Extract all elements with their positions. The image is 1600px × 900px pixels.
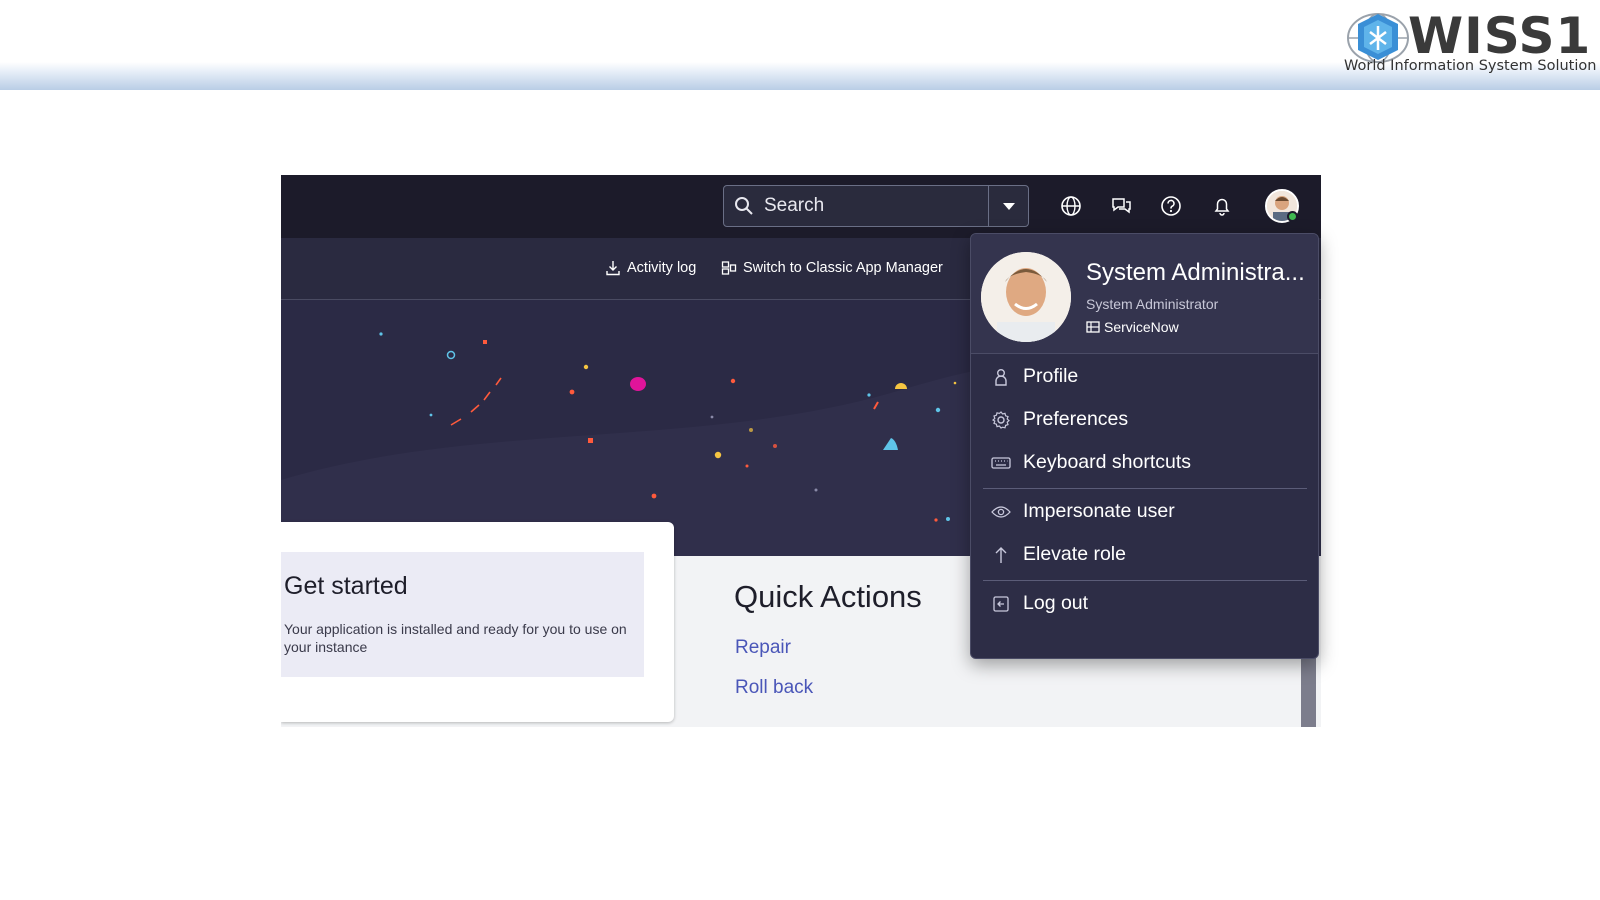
chat-icon[interactable]	[1108, 193, 1134, 219]
menu-item-keyboard-shortcuts[interactable]: Keyboard shortcuts	[991, 451, 1191, 474]
repair-link[interactable]: Repair	[735, 637, 791, 659]
logo-tagline: World Information System Solution	[1344, 58, 1597, 74]
search-placeholder: Search	[764, 195, 825, 216]
company-label: ServiceNow	[1104, 319, 1179, 335]
menu-item-label: Log out	[1023, 592, 1089, 614]
menu-item-label: Preferences	[1023, 408, 1129, 430]
menu-divider	[983, 488, 1307, 489]
get-started-description: Your application is installed and ready …	[284, 621, 627, 655]
user-icon	[991, 367, 1011, 387]
help-icon[interactable]	[1158, 193, 1184, 219]
get-started-card: Get started Your application is installe…	[281, 522, 674, 722]
gear-icon	[991, 410, 1011, 430]
user-company: ServiceNow	[1086, 319, 1179, 335]
online-status-indicator	[1287, 211, 1298, 222]
switch-classic-label: Switch to Classic App Manager	[743, 260, 943, 276]
menu-item-preferences[interactable]: Preferences	[991, 408, 1128, 431]
eye-icon	[991, 502, 1011, 522]
search-icon	[724, 186, 764, 226]
menu-item-label: Elevate role	[1023, 543, 1126, 565]
activity-log-link[interactable]: Activity log	[605, 260, 696, 276]
download-icon	[606, 261, 620, 276]
logout-icon	[991, 594, 1011, 614]
globe-icon[interactable]	[1058, 193, 1084, 219]
roll-back-link[interactable]: Roll back	[735, 677, 813, 699]
top-navigation-bar: Search	[281, 175, 1321, 238]
keyboard-icon	[991, 453, 1011, 473]
arrow-up-icon	[991, 545, 1011, 565]
menu-item-label: Profile	[1023, 365, 1079, 387]
user-profile-menu: System Administra... System Administrato…	[970, 233, 1319, 659]
logo-brand: WISS1	[1408, 7, 1592, 65]
get-started-title: Get started	[284, 572, 408, 600]
building-icon	[1086, 321, 1100, 333]
globe-logo-icon	[1347, 13, 1409, 63]
menu-item-label: Impersonate user	[1023, 500, 1175, 522]
wiss1-logo: WISS1 World Information System Solution	[1344, 6, 1597, 78]
menu-item-log-out[interactable]: Log out	[991, 592, 1088, 615]
quick-actions-title: Quick Actions	[734, 579, 922, 614]
menu-item-impersonate-user[interactable]: Impersonate user	[991, 500, 1175, 523]
user-role: System Administrator	[1086, 296, 1219, 312]
chevron-down-icon	[1002, 203, 1015, 210]
user-avatar-large	[981, 252, 1071, 342]
activity-log-label: Activity log	[627, 260, 697, 276]
switch-classic-link[interactable]: Switch to Classic App Manager	[721, 260, 943, 276]
search-input[interactable]: Search	[723, 185, 1029, 227]
user-profile-header: System Administra... System Administrato…	[971, 234, 1318, 354]
menu-divider	[983, 580, 1307, 581]
user-name: System Administra...	[1086, 259, 1305, 286]
bell-icon[interactable]	[1209, 193, 1235, 219]
menu-item-elevate-role[interactable]: Elevate role	[991, 543, 1126, 566]
search-scope-dropdown[interactable]	[988, 186, 1028, 226]
get-started-panel: Get started Your application is installe…	[281, 552, 644, 677]
menu-item-profile[interactable]: Profile	[991, 365, 1078, 388]
app-switch-icon	[721, 261, 737, 275]
menu-item-label: Keyboard shortcuts	[1023, 451, 1192, 473]
